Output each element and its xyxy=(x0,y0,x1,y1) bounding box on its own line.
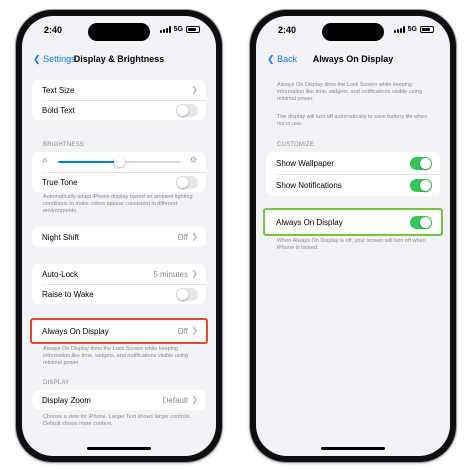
show-notifications-row: Show Notifications xyxy=(266,174,440,196)
chevron-right-icon: ❯ xyxy=(191,269,198,278)
display-header: DISPLAY xyxy=(43,380,70,386)
display-zoom-group: Display Zoom Default ❯ xyxy=(32,390,206,410)
page-title: Always On Display xyxy=(312,54,394,64)
nav-bar: ❮ Back Always On Display xyxy=(256,54,450,70)
status-bar: 2:40 5G xyxy=(256,25,450,39)
show-notifications-toggle[interactable] xyxy=(410,179,432,192)
bold-text-toggle[interactable] xyxy=(176,104,198,117)
status-bar: 2:40 5G xyxy=(22,25,216,39)
customize-group: Show Wallpaper Show Notifications xyxy=(266,152,440,196)
always-on-display-screen: 2:40 5G ❮ Back Always On Display Always … xyxy=(256,16,450,456)
display-zoom-row[interactable]: Display Zoom Default ❯ xyxy=(32,390,206,410)
aod-intro-text: Always On Display dims the Lock Screen w… xyxy=(277,82,422,102)
aod-footer: When Always On Display is off, your scre… xyxy=(277,238,426,251)
brightness-group: ☼ ☼ True Tone xyxy=(32,152,206,192)
show-notifications-label: Show Notifications xyxy=(276,181,342,190)
text-size-row[interactable]: Text Size ❯ xyxy=(32,80,206,100)
signal-icon xyxy=(159,26,171,33)
night-shift-value: Off xyxy=(177,233,188,242)
true-tone-row: True Tone xyxy=(32,172,206,192)
display-zoom-footer: Choose a view for iPhone. Larger Text sh… xyxy=(43,414,192,427)
bold-text-label: Bold Text xyxy=(42,106,75,115)
aod-value: Off xyxy=(177,327,188,336)
bold-text-row: Bold Text xyxy=(32,100,206,120)
home-indicator[interactable] xyxy=(321,447,385,450)
aod-group: Always On Display Off ❯ xyxy=(32,321,206,341)
status-time: 2:40 xyxy=(44,25,63,35)
night-shift-group: Night Shift Off ❯ xyxy=(32,227,206,247)
always-on-display-row: Always On Display xyxy=(266,211,440,233)
customize-header: CUSTOMIZE xyxy=(277,142,315,148)
phone-left: 2:40 5G ❮ Settings Display & Brightness … xyxy=(16,10,222,462)
display-zoom-label: Display Zoom xyxy=(42,396,91,405)
slider-thumb[interactable] xyxy=(114,156,125,167)
brightness-slider-row: ☼ ☼ xyxy=(32,152,206,172)
aod-toggle[interactable] xyxy=(410,216,432,229)
true-tone-footer: Automatically adapt iPhone display based… xyxy=(43,194,193,214)
night-shift-label: Night Shift xyxy=(42,233,79,242)
aod-toggle-group: Always On Display xyxy=(266,211,440,233)
sun-large-icon: ☼ xyxy=(188,154,198,165)
show-wallpaper-label: Show Wallpaper xyxy=(276,159,334,168)
true-tone-label: True Tone xyxy=(42,178,78,187)
battery-icon xyxy=(420,26,434,33)
text-size-label: Text Size xyxy=(42,86,75,95)
chevron-right-icon: ❯ xyxy=(191,395,198,404)
display-zoom-value: Default xyxy=(162,396,188,405)
raise-to-wake-label: Raise to Wake xyxy=(42,290,94,299)
lock-group: Auto-Lock 5 minutes ❯ Raise to Wake xyxy=(32,264,206,304)
auto-lock-value: 5 minutes xyxy=(153,270,188,279)
nav-bar: ❮ Settings Display & Brightness xyxy=(22,54,216,70)
brightness-slider[interactable] xyxy=(58,156,180,167)
home-indicator[interactable] xyxy=(87,447,151,450)
signal-icon xyxy=(393,26,405,33)
chevron-right-icon: ❯ xyxy=(191,85,198,94)
page-title: Display & Brightness xyxy=(73,54,165,64)
show-wallpaper-toggle[interactable] xyxy=(410,157,432,170)
raise-to-wake-toggle[interactable] xyxy=(176,288,198,301)
network-label: 5G xyxy=(173,26,183,33)
brightness-header: BRIGHTNESS xyxy=(43,142,85,148)
settings-screen: 2:40 5G ❮ Settings Display & Brightness … xyxy=(22,16,216,456)
night-shift-row[interactable]: Night Shift Off ❯ xyxy=(32,227,206,247)
aod-label: Always On Display xyxy=(276,218,343,227)
aod-label: Always On Display xyxy=(42,327,109,336)
auto-lock-row[interactable]: Auto-Lock 5 minutes ❯ xyxy=(32,264,206,284)
chevron-right-icon: ❯ xyxy=(191,232,198,241)
raise-to-wake-row: Raise to Wake xyxy=(32,284,206,304)
network-label: 5G xyxy=(407,26,417,33)
sun-small-icon: ☼ xyxy=(41,155,49,164)
battery-icon xyxy=(186,26,200,33)
always-on-display-row[interactable]: Always On Display Off ❯ xyxy=(32,321,206,341)
aod-footer: Always On Display dims the Lock Screen w… xyxy=(43,346,188,366)
chevron-right-icon: ❯ xyxy=(191,326,198,335)
phone-right: 2:40 5G ❮ Back Always On Display Always … xyxy=(250,10,456,462)
true-tone-toggle[interactable] xyxy=(176,176,198,189)
text-settings-group: Text Size ❯ Bold Text xyxy=(32,80,206,120)
aod-battery-text: The display will turn off automatically … xyxy=(277,114,428,127)
show-wallpaper-row: Show Wallpaper xyxy=(266,152,440,174)
status-time: 2:40 xyxy=(278,25,297,35)
auto-lock-label: Auto-Lock xyxy=(42,270,79,279)
